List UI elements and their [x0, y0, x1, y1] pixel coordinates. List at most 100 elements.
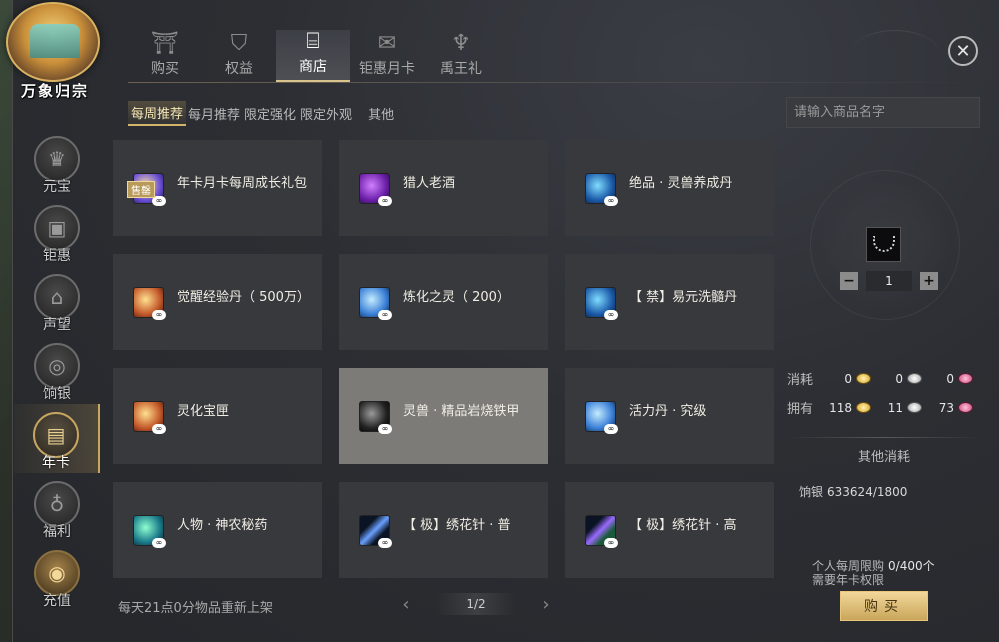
- infinity-icon: ∞: [152, 424, 166, 434]
- sidebar-item-recharge[interactable]: ◉ 充值: [14, 542, 100, 611]
- tab-yuwang-gift[interactable]: ♆ 禹王礼: [424, 30, 498, 82]
- subtab-limited-enhance[interactable]: 限定强化: [242, 104, 298, 123]
- chain-armor-icon: ∞: [359, 401, 392, 434]
- sidebar-item-juhui[interactable]: ▣ 钜惠: [14, 197, 100, 266]
- consume-pink-value: 0: [946, 371, 954, 386]
- limit-note: 需要年卡权限: [812, 573, 885, 587]
- infinity-icon: ∞: [378, 196, 392, 206]
- sold-out-badge: 售罄: [127, 181, 155, 198]
- product-name: 灵兽 · 精品岩烧铁甲: [403, 404, 520, 419]
- product-card[interactable]: ∞ 活力丹 · 究级: [565, 368, 774, 464]
- sidebar-item-annual-card[interactable]: ▤ 年卡: [14, 404, 100, 473]
- tab-label: 商店: [299, 59, 327, 75]
- quantity-stepper: − 1 +: [840, 271, 938, 291]
- tab-privileges[interactable]: ⛉ 权益: [202, 30, 276, 82]
- product-card[interactable]: ∞ 售罄 年卡月卡每周成长礼包: [113, 140, 322, 236]
- subtab-weekly[interactable]: 每周推荐: [128, 100, 187, 126]
- owned-pink-value: 73: [938, 400, 954, 415]
- limit-count: 0/400个: [888, 559, 935, 573]
- gold-coin-icon: [856, 373, 871, 384]
- subtab-monthly[interactable]: 每月推荐: [186, 104, 242, 123]
- blue-orb-icon: ∞: [585, 173, 618, 206]
- other-cost-value: 633624/1800: [827, 485, 908, 499]
- spirit-crystal-icon: ∞: [359, 287, 392, 320]
- product-card[interactable]: ∞ 觉醒经验丹（ 500万）: [113, 254, 322, 350]
- product-card[interactable]: ∞ 绝品 · 灵兽养成丹: [565, 140, 774, 236]
- sidebar-item-welfare[interactable]: ♁ 福利: [14, 473, 100, 542]
- infinity-icon: ∞: [604, 310, 618, 320]
- next-page-button[interactable]: ›: [536, 594, 556, 615]
- owned-row: 拥有 118 11 73: [787, 398, 980, 417]
- subtab-limited-appearance[interactable]: 限定外观: [298, 104, 354, 123]
- product-card[interactable]: ∞ 【 禁】易元洗髓丹: [565, 254, 774, 350]
- silver-coin-icon: [907, 373, 922, 384]
- decrease-button[interactable]: −: [840, 272, 858, 290]
- consume-gold-value: 0: [844, 371, 852, 386]
- purchase-limit: 个人每周限购 0/400个 需要年卡权限: [812, 559, 935, 587]
- sidebar-item-label: 年卡: [42, 455, 70, 471]
- infinity-icon: ∞: [604, 424, 618, 434]
- pagination: ‹ 1/2 ›: [396, 593, 556, 615]
- product-name: 【 极】绣花针 · 普: [403, 518, 511, 533]
- product-card[interactable]: ∞ 人物 · 神农秘药: [113, 482, 322, 578]
- sidebar-item-label: 元宝: [43, 179, 71, 195]
- consume-silver-value: 0: [895, 371, 903, 386]
- product-name: 觉醒经验丹（ 500万）: [177, 290, 310, 305]
- sidebar-item-yuanbao[interactable]: ♛ 元宝: [14, 128, 100, 197]
- needle-icon: ∞: [359, 515, 392, 548]
- tab-shop[interactable]: ⌸ 商店: [276, 30, 350, 82]
- close-button[interactable]: ✕: [948, 36, 978, 66]
- sidebar: ♛ 元宝 ▣ 钜惠 ⌂ 声望 ◎ 饷银 ▤ 年卡 ♁ 福利 ◉ 充值: [14, 128, 100, 611]
- chain-armor-icon: [866, 227, 901, 262]
- owned-label: 拥有: [787, 402, 814, 417]
- gold-coin-icon: [856, 402, 871, 413]
- game-logo: 万象归宗: [2, 0, 104, 104]
- sub-tab-bar: 每周推荐 每月推荐 限定强化 限定外观 其他: [128, 100, 396, 126]
- consume-row: 消耗 0 0 0: [787, 369, 980, 388]
- product-card[interactable]: ∞ 【 极】绣花针 · 普: [339, 482, 548, 578]
- decorative-cloud: [850, 30, 940, 80]
- product-card[interactable]: ∞ 【 极】绣花针 · 高: [565, 482, 774, 578]
- sidebar-item-label: 钜惠: [43, 248, 71, 264]
- top-tab-bar: ⛩ 购买 ⛉ 权益 ⌸ 商店 ✉ 钜惠月卡 ♆ 禹王礼: [128, 30, 498, 82]
- gate-icon: ⛩: [151, 31, 179, 56]
- subtab-other[interactable]: 其他: [366, 104, 396, 123]
- increase-button[interactable]: +: [920, 272, 938, 290]
- tab-divider: [128, 82, 980, 83]
- infinity-icon: ∞: [378, 310, 392, 320]
- pink-coin-icon: [958, 373, 973, 384]
- product-name: 活力丹 · 究级: [629, 404, 707, 419]
- silver-coin-icon: [907, 402, 922, 413]
- restock-notice: 每天21点0分物品重新上架: [118, 601, 273, 616]
- product-card[interactable]: ∞ 炼化之灵（ 200）: [339, 254, 548, 350]
- search-input[interactable]: [786, 97, 980, 128]
- infinity-icon: ∞: [604, 196, 618, 206]
- prev-page-button[interactable]: ‹: [396, 594, 416, 615]
- infinity-icon: ∞: [152, 538, 166, 548]
- other-cost-title: 其他消耗: [857, 450, 910, 465]
- tab-monthly-card[interactable]: ✉ 钜惠月卡: [350, 30, 424, 82]
- limit-label: 个人每周限购: [812, 559, 885, 573]
- product-card[interactable]: ∞ 猎人老酒: [339, 140, 548, 236]
- tab-purchase[interactable]: ⛩ 购买: [128, 30, 202, 82]
- product-name: 年卡月卡每周成长礼包: [177, 176, 308, 191]
- product-name: 绝品 · 灵兽养成丹: [629, 176, 733, 191]
- owned-gold-value: 118: [829, 400, 852, 415]
- sidebar-item-xiangyin[interactable]: ◎ 饷银: [14, 335, 100, 404]
- buy-button[interactable]: 购买: [840, 591, 928, 621]
- page-indicator: 1/2: [436, 593, 516, 615]
- product-card-selected[interactable]: ∞ 灵兽 · 精品岩烧铁甲: [339, 368, 548, 464]
- other-cost-label: 饷银: [799, 485, 824, 499]
- sidebar-item-label: 充值: [43, 593, 71, 609]
- product-card[interactable]: ∞ 灵化宝匣: [113, 368, 322, 464]
- product-name: 人物 · 神农秘药: [177, 518, 268, 533]
- exp-pill-icon: ∞: [133, 287, 166, 320]
- quantity-value[interactable]: 1: [866, 271, 912, 291]
- sidebar-item-shengwang[interactable]: ⌂ 声望: [14, 266, 100, 335]
- close-icon: ✕: [955, 40, 971, 62]
- shop-basket-icon: ⌸: [306, 29, 320, 54]
- product-name: 【 禁】易元洗髓丹: [629, 290, 738, 305]
- section-divider: [787, 437, 981, 438]
- tab-label: 钜惠月卡: [359, 61, 415, 77]
- wine-jar-icon: ∞: [359, 173, 392, 206]
